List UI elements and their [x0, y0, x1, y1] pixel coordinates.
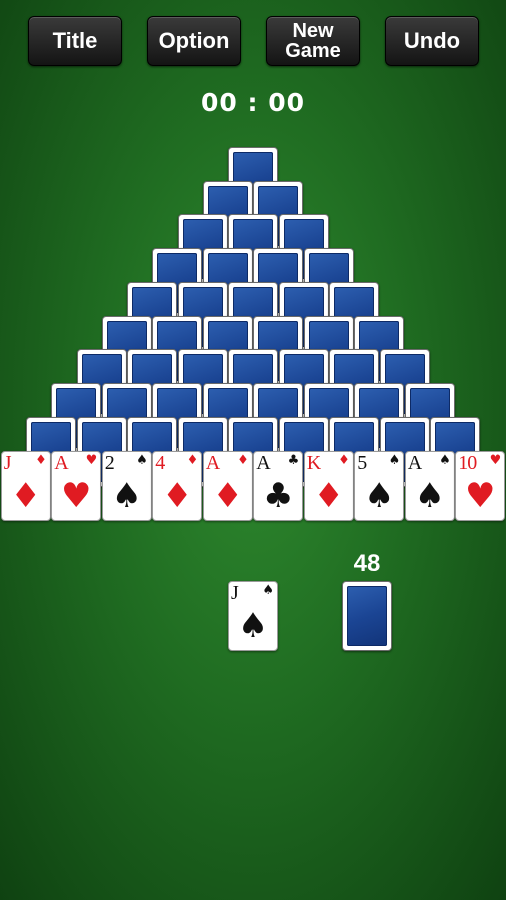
card-rank: J [3, 452, 12, 474]
card-suit-small: ♥ [489, 453, 502, 468]
stock-pile[interactable] [342, 581, 392, 651]
card-rank: 10 [458, 452, 477, 474]
pyramid-card-faceup[interactable]: A ♥ ♥ [51, 451, 102, 521]
new-game-button[interactable]: New Game [266, 16, 360, 66]
card-rank: A [256, 452, 270, 474]
card-suit-large: ♠ [237, 606, 269, 646]
card-suit-small: ♥ [85, 453, 98, 468]
pyramid-card-faceup[interactable]: 10 ♥ ♥ [455, 451, 506, 521]
pyramid-card-faceup[interactable]: A ♦ ♦ [202, 451, 253, 521]
card-back-pattern [347, 586, 387, 646]
card-suit-large: ♠ [111, 476, 142, 516]
card-rank: A [54, 452, 68, 474]
stock-count: 48 [353, 550, 381, 577]
waste-card[interactable]: J ♠ ♠ [228, 581, 278, 651]
card-suit-small: ♦ [186, 453, 199, 468]
pyramid-card-faceup[interactable]: 4 ♦ ♦ [152, 451, 203, 521]
card-rank: A [407, 452, 422, 474]
card-suit-small: ♠ [262, 583, 274, 598]
card-rank: 2 [104, 452, 115, 474]
pyramid-card-faceup[interactable]: J ♦ ♦ [0, 451, 51, 521]
pyramid-card-faceup[interactable]: 2 ♠ ♠ [101, 451, 152, 521]
option-button[interactable]: Option [147, 16, 241, 66]
toolbar: Title Option New Game Undo [0, 0, 506, 80]
card-suit-small: ♠ [136, 453, 148, 468]
card-rank: K [306, 452, 321, 474]
pyramid-card-faceup[interactable]: K ♦ ♦ [303, 451, 354, 521]
card-suit-small: ♠ [439, 453, 451, 468]
card-suit-large: ♠ [364, 476, 395, 516]
pyramid-card-faceup[interactable]: A ♠ ♠ [404, 451, 455, 521]
pyramid-card-faceup[interactable]: 5 ♠ ♠ [354, 451, 405, 521]
card-rank: 5 [357, 452, 367, 474]
card-suit-large: ♥ [61, 476, 92, 516]
card-suit-large: ♠ [414, 476, 445, 516]
card-suit-large: ♥ [465, 476, 496, 516]
card-rank: A [205, 452, 220, 474]
pyramid-card-faceup[interactable]: A ♣ ♣ [253, 451, 304, 521]
card-suit-small: ♦ [35, 453, 47, 468]
card-suit-large: ♦ [313, 476, 344, 516]
card-rank: J [231, 582, 239, 604]
card-suit-large: ♣ [263, 476, 294, 516]
card-suit-large: ♦ [212, 476, 243, 516]
card-suit-small: ♦ [237, 453, 249, 468]
undo-button[interactable]: Undo [385, 16, 479, 66]
card-suit-small: ♣ [287, 453, 300, 468]
card-suit-small: ♠ [388, 453, 401, 468]
card-suit-large: ♦ [10, 476, 41, 516]
card-suit-large: ♦ [162, 476, 193, 516]
card-rank: 4 [155, 452, 165, 474]
title-button[interactable]: Title [28, 16, 122, 66]
card-suit-small: ♦ [338, 453, 350, 468]
game-timer: 00 : 00 [201, 88, 305, 117]
